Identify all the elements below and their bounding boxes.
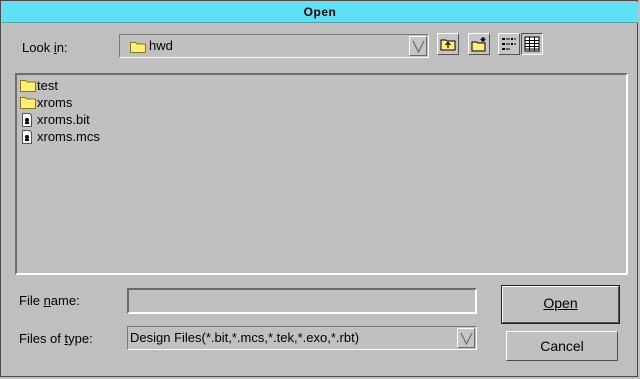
file-name-input[interactable] bbox=[127, 288, 477, 314]
folder-icon bbox=[20, 96, 36, 112]
file-name-label: File name: bbox=[19, 293, 80, 308]
folder-icon bbox=[20, 79, 36, 95]
file-name-text: xroms.mcs bbox=[37, 129, 100, 144]
title-bar[interactable]: Open bbox=[2, 2, 638, 23]
dialog-title: Open bbox=[303, 5, 337, 19]
up-folder-button[interactable] bbox=[437, 33, 459, 55]
file-name-text: test bbox=[37, 78, 58, 93]
file-list[interactable]: test xroms xroms.bit xroms.mcs bbox=[15, 73, 628, 275]
chevron-down-icon bbox=[412, 40, 425, 54]
look-in-dropdown-button[interactable] bbox=[409, 36, 427, 56]
files-of-type-dropdown-button[interactable] bbox=[457, 328, 475, 348]
details-view-icon bbox=[524, 36, 540, 52]
details-view-button[interactable] bbox=[521, 33, 543, 55]
open-button[interactable]: Open bbox=[502, 286, 619, 323]
files-of-type-value: Design Files(*.bit,*.mcs,*.tek,*.exo,*.r… bbox=[130, 330, 360, 345]
folder-icon bbox=[130, 40, 146, 56]
new-folder-button[interactable] bbox=[468, 33, 490, 55]
files-of-type-dropdown[interactable]: Design Files(*.bit,*.mcs,*.tek,*.exo,*.r… bbox=[127, 326, 477, 350]
up-folder-icon bbox=[440, 39, 456, 51]
open-button-label: Open bbox=[543, 295, 578, 311]
file-name-text: xroms bbox=[37, 95, 73, 110]
files-of-type-label: Files of type: bbox=[19, 331, 93, 346]
cancel-button[interactable]: Cancel bbox=[506, 331, 618, 361]
cancel-button-label: Cancel bbox=[540, 338, 584, 354]
list-view-icon bbox=[502, 38, 516, 50]
list-view-button[interactable] bbox=[498, 33, 520, 55]
look-in-value: hwd bbox=[149, 38, 173, 53]
file-icon bbox=[20, 113, 34, 130]
look-in-label: Look in: bbox=[22, 40, 68, 55]
chevron-down-icon bbox=[460, 332, 473, 346]
new-folder-icon bbox=[471, 37, 486, 52]
open-dialog: Open Look in: hwd test xroms xroms.bit x… bbox=[0, 0, 638, 377]
file-name-text: xroms.bit bbox=[37, 112, 90, 127]
look-in-dropdown[interactable]: hwd bbox=[119, 34, 429, 58]
file-icon bbox=[20, 130, 34, 147]
